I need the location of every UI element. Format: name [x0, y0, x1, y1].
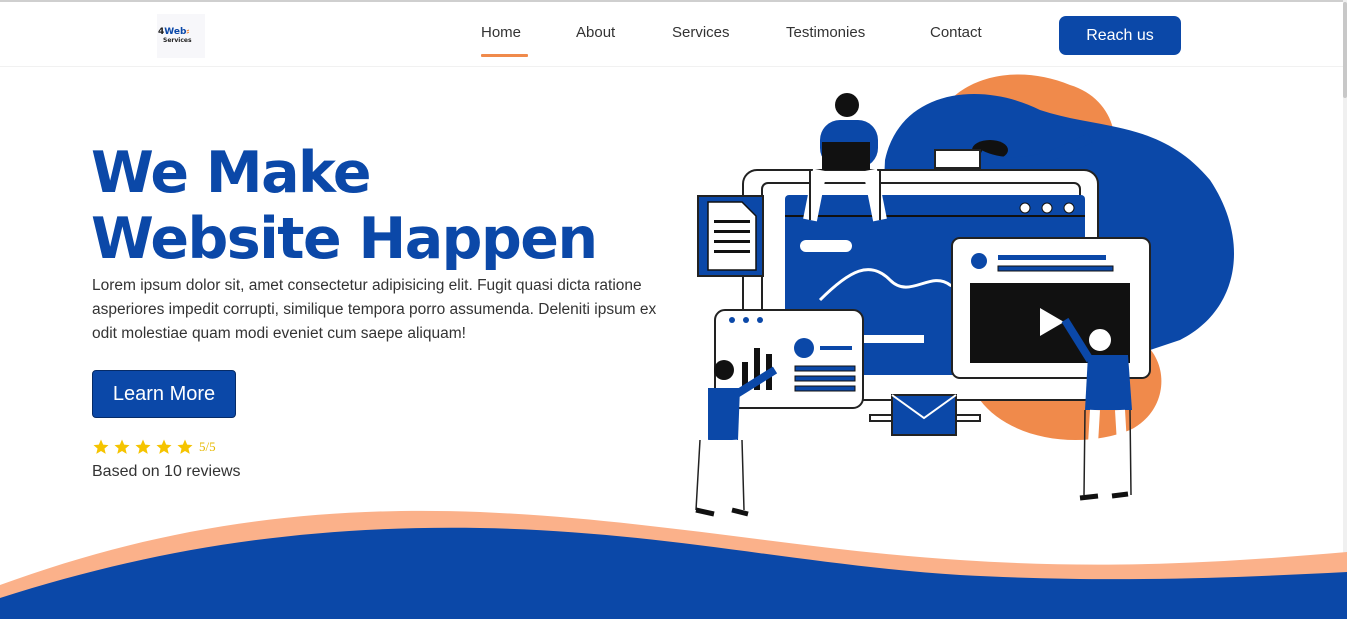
brand-logo[interactable]: 4Web⸗ Services: [157, 14, 205, 58]
logo-line1: 4Web⸗: [158, 27, 190, 37]
footer-wave: [0, 510, 1347, 619]
hero-description: Lorem ipsum dolor sit, amet consectetur …: [92, 277, 657, 342]
hero-title-line1: We Make: [91, 140, 372, 206]
nav-contact[interactable]: Contact: [930, 24, 982, 41]
active-nav-indicator: [481, 54, 528, 57]
star-icon: [93, 439, 109, 454]
star-icon: [156, 439, 172, 454]
learn-more-button[interactable]: Learn More: [92, 370, 236, 418]
scrollbar-thumb[interactable]: [1343, 2, 1347, 98]
rating-score: 5/5: [199, 439, 216, 454]
star-icon: [135, 439, 151, 454]
hero-title-line2: Website Happen: [91, 206, 598, 272]
web-development-illustration: [695, 74, 1234, 517]
star-icon: [114, 439, 130, 454]
rating-stars: 5/5: [92, 438, 216, 456]
nav-home[interactable]: Home: [481, 24, 521, 41]
logo-line2: Services: [163, 37, 192, 44]
rating-reviews: Based on 10 reviews: [92, 463, 241, 480]
nav-services[interactable]: Services: [672, 24, 730, 41]
reach-us-button[interactable]: Reach us: [1059, 16, 1181, 55]
star-icon: [177, 439, 193, 454]
hero-title: We Make Website Happen: [91, 140, 598, 272]
nav-about[interactable]: About: [576, 24, 615, 41]
nav-testimonies[interactable]: Testimonies: [786, 24, 865, 41]
site-header: 4Web⸗ Services Home About Services Testi…: [0, 2, 1343, 67]
